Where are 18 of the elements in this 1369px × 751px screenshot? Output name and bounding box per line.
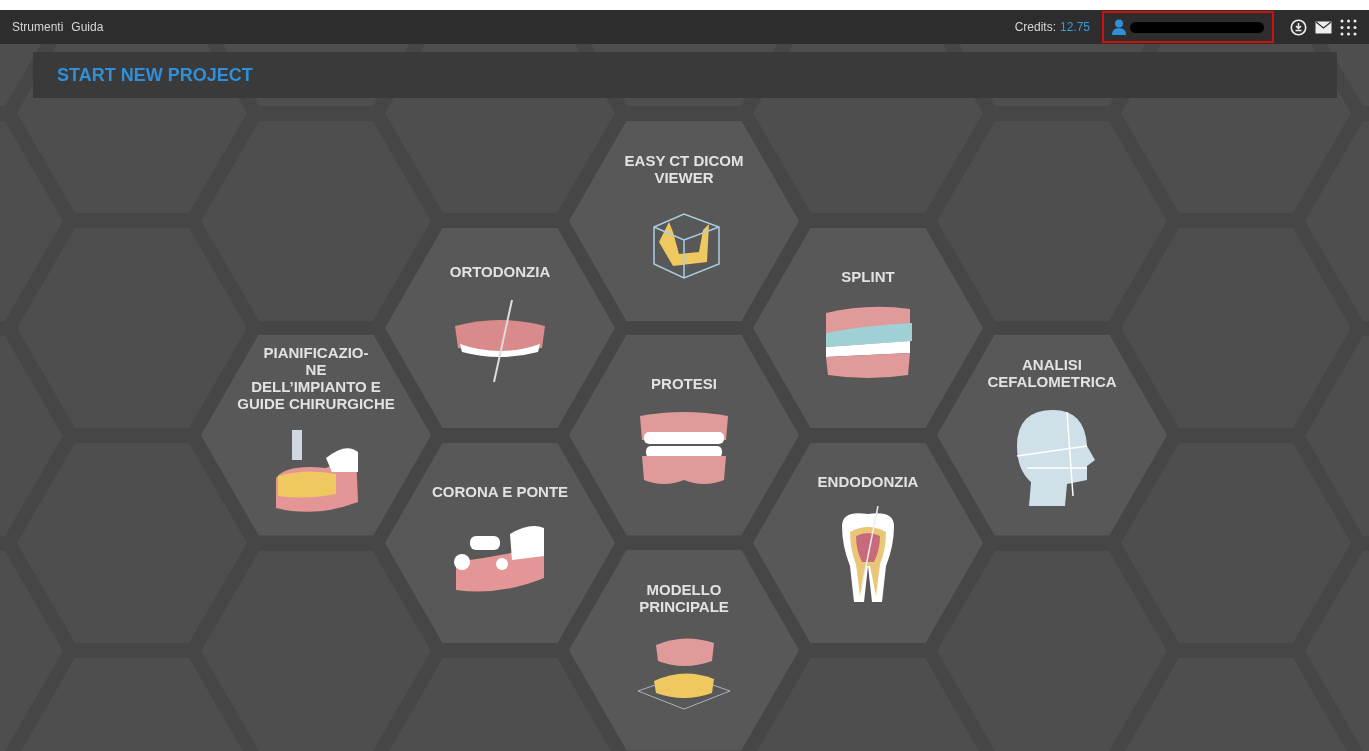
tile-title: PROTESI bbox=[651, 374, 717, 392]
credits-label: Credits: bbox=[1014, 19, 1056, 36]
tile-title: CORONA E PONTE bbox=[431, 482, 569, 500]
tile-title: ANALISI CEFALOMETRICA bbox=[987, 356, 1117, 390]
apps-grid-icon[interactable] bbox=[1340, 18, 1357, 36]
credits-value: 12.75 bbox=[1059, 19, 1090, 36]
tile-title: EASY CT DICOM VIEWER bbox=[623, 152, 745, 186]
mail-icon[interactable] bbox=[1315, 20, 1332, 34]
user-icon bbox=[1112, 19, 1126, 35]
tile-title: MODELLO PRINCIPALE bbox=[639, 581, 729, 615]
tile-title: SPLINT bbox=[841, 267, 895, 285]
redacted-user-box[interactable] bbox=[1102, 11, 1274, 43]
tile-title: ORTODONZIA bbox=[449, 262, 551, 280]
download-icon[interactable] bbox=[1290, 18, 1307, 36]
page-title: START NEW PROJECT bbox=[57, 63, 253, 87]
menu-item[interactable]: Guida bbox=[71, 18, 104, 36]
tile-title: ENDODONZIA bbox=[817, 472, 919, 490]
menu-item[interactable]: Strumenti bbox=[12, 18, 64, 36]
